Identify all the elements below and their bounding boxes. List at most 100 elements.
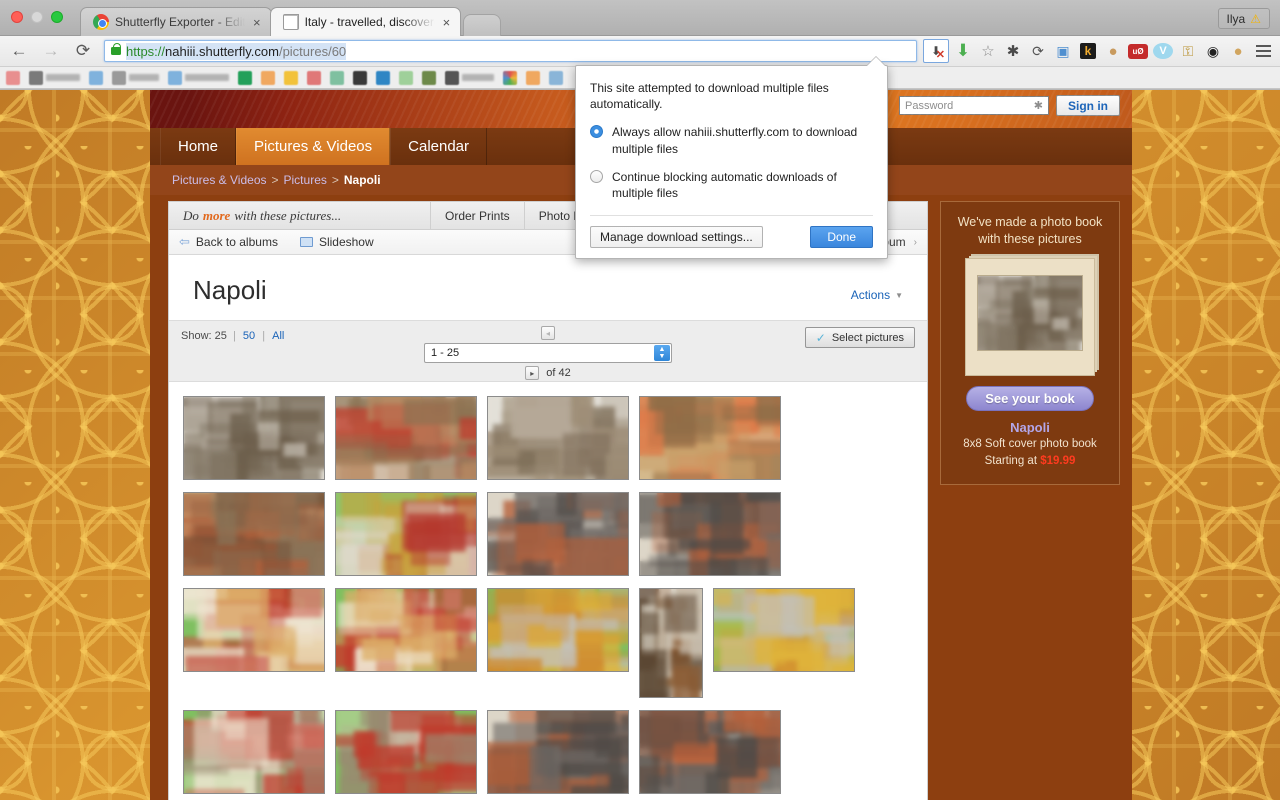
bookmark-item[interactable] xyxy=(284,70,298,85)
bookmark-favicon xyxy=(112,70,126,85)
bookmark-item[interactable] xyxy=(399,70,413,85)
manage-download-settings-button[interactable]: Manage download settings... xyxy=(590,226,763,249)
sign-in-label: Sign in xyxy=(1068,98,1108,113)
close-tab-1-icon[interactable]: × xyxy=(253,16,261,29)
photo-thumbnail[interactable] xyxy=(639,492,781,576)
bookmark-item[interactable] xyxy=(307,70,321,85)
password-field[interactable]: Password ✱ xyxy=(899,96,1049,115)
window-extension-icon[interactable]: ▣ xyxy=(1052,40,1074,62)
photo-thumbnail[interactable] xyxy=(713,588,855,672)
done-button[interactable]: Done xyxy=(810,226,873,249)
photo-thumbnail[interactable] xyxy=(183,710,325,794)
privacy-lock-extension-icon[interactable]: ⚿ xyxy=(1177,40,1199,62)
breadcrumb-pictures-videos[interactable]: Pictures & Videos xyxy=(172,173,267,187)
hamburger-menu-icon[interactable] xyxy=(1252,40,1274,62)
photo-thumbnail[interactable] xyxy=(335,396,477,480)
photo-thumbnail[interactable] xyxy=(639,588,703,698)
address-bar[interactable]: https://nahiii.shutterfly.com/pictures/6… xyxy=(104,40,917,62)
kobo-extension-icon[interactable]: k xyxy=(1077,40,1099,62)
bookmark-item[interactable] xyxy=(261,70,275,85)
ublock-extension-icon[interactable]: uØ xyxy=(1127,40,1149,62)
photo-thumbnail[interactable] xyxy=(639,396,781,480)
sign-in-button[interactable]: Sign in xyxy=(1056,95,1120,116)
radio-block-icon[interactable] xyxy=(590,169,603,183)
reload-button[interactable]: ⟳ xyxy=(70,38,96,64)
breadcrumb-separator: > xyxy=(331,173,339,187)
actions-menu[interactable]: Actions ▼ xyxy=(851,288,903,302)
profile-button[interactable]: Ilya ⚠ xyxy=(1217,8,1270,29)
download-option-block[interactable]: Continue blocking automatic downloads of… xyxy=(590,169,873,201)
refresh-extension-icon[interactable]: ⟳ xyxy=(1027,40,1049,62)
back-button[interactable]: ← xyxy=(6,38,32,64)
window-traffic-lights[interactable] xyxy=(11,11,63,23)
photo-thumbnail[interactable] xyxy=(487,396,629,480)
photo-thumbnail[interactable] xyxy=(487,492,629,576)
browser-tab-1[interactable]: Shutterfly Exporter - Edit It × xyxy=(80,7,272,36)
page-range-select[interactable]: 1 - 25 ▲ ▼ xyxy=(424,343,672,363)
bookmark-item[interactable] xyxy=(112,70,159,85)
bookmark-item[interactable] xyxy=(526,70,540,85)
content-shell: Do more with these pictures... Order Pri… xyxy=(168,201,1120,800)
vimium-extension-icon[interactable]: V xyxy=(1152,40,1174,62)
photo-thumbnail[interactable] xyxy=(487,710,629,794)
download-popup-message: This site attempted to download multiple… xyxy=(590,81,829,112)
bookmark-item[interactable] xyxy=(503,70,517,85)
spinner-arrows-icon[interactable]: ▲ ▼ xyxy=(654,345,670,361)
download-icon[interactable]: ⬇ xyxy=(952,40,974,62)
photo-book-preview[interactable] xyxy=(965,257,1095,376)
previous-page-button[interactable]: ◂ xyxy=(541,326,555,340)
nav-item-pictures-videos[interactable]: Pictures & Videos xyxy=(236,128,391,165)
bookmark-item[interactable] xyxy=(549,70,563,85)
bookmark-item[interactable] xyxy=(238,70,252,85)
eye-extension-icon[interactable]: ◉ xyxy=(1202,40,1224,62)
photo-image xyxy=(336,589,476,671)
new-tab-button[interactable] xyxy=(463,14,502,36)
close-window-button[interactable] xyxy=(11,11,23,23)
breadcrumb-pictures[interactable]: Pictures xyxy=(284,173,327,187)
photo-thumbnail[interactable] xyxy=(183,492,325,576)
bookmark-item[interactable] xyxy=(89,70,103,85)
bookmark-item[interactable] xyxy=(422,70,436,85)
photo-thumbnail[interactable] xyxy=(335,588,477,672)
photo-thumbnail[interactable] xyxy=(183,588,325,672)
radio-allow-icon[interactable] xyxy=(590,125,603,139)
photo-thumbnail[interactable] xyxy=(183,396,325,480)
see-your-book-button[interactable]: See your book xyxy=(966,385,1094,411)
check-icon: ✓ xyxy=(815,330,826,345)
password-asterisk-icon: ✱ xyxy=(1033,100,1043,112)
minimize-window-button[interactable] xyxy=(31,11,43,23)
bookmark-item[interactable] xyxy=(376,70,390,85)
bookmark-item[interactable] xyxy=(330,70,344,85)
browser-tab-2[interactable]: Italy - travelled, discovered × xyxy=(269,7,462,36)
nav-item-calendar[interactable]: Calendar xyxy=(390,128,488,165)
cookie2-extension-icon[interactable]: ● xyxy=(1227,40,1249,62)
photo-thumbnail[interactable] xyxy=(335,710,477,794)
next-page-button[interactable]: ▸ xyxy=(525,366,540,380)
photo-book-name: Napoli xyxy=(1010,419,1050,435)
browser-titlebar: Shutterfly Exporter - Edit It × Italy - … xyxy=(0,0,1280,36)
photo-thumbnail[interactable] xyxy=(487,588,629,672)
back-to-albums-button[interactable]: ⇦ Back to albums xyxy=(179,234,278,250)
slideshow-button[interactable]: Slideshow xyxy=(299,235,374,249)
forward-button[interactable]: → xyxy=(38,38,64,64)
close-tab-2-icon[interactable]: × xyxy=(443,16,451,29)
bookmark-item[interactable] xyxy=(353,70,367,85)
photo-thumbnail[interactable] xyxy=(639,710,781,794)
bookmark-star-icon[interactable]: ☆ xyxy=(977,40,999,62)
asterisk-extension-icon[interactable]: ✱ xyxy=(1002,40,1024,62)
maximize-window-button[interactable] xyxy=(51,11,63,23)
bookmark-item[interactable] xyxy=(168,70,229,85)
download-option-allow[interactable]: Always allow nahiii.shutterfly.com to do… xyxy=(590,124,873,156)
photo-image xyxy=(488,397,628,479)
bookmark-item[interactable] xyxy=(6,70,20,85)
nav-item-home[interactable]: Home xyxy=(160,128,237,165)
cookie-extension-icon[interactable]: ● xyxy=(1102,40,1124,62)
bookmark-item[interactable] xyxy=(29,70,80,85)
download-blocked-icon[interactable]: ⬇ ✕ xyxy=(923,39,949,63)
select-pictures-button[interactable]: ✓ Select pictures xyxy=(804,327,915,348)
photo-image xyxy=(640,397,780,479)
bookmark-favicon xyxy=(29,70,43,85)
photo-thumbnail[interactable] xyxy=(335,492,477,576)
bookmark-item[interactable] xyxy=(445,70,494,85)
do-more-tab-order-prints[interactable]: Order Prints xyxy=(431,202,525,229)
